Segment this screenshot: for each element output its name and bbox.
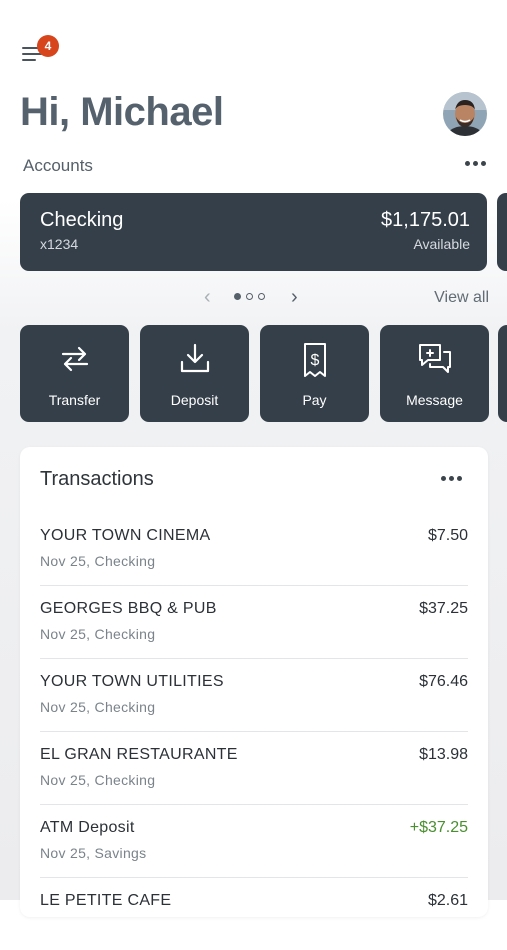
transaction-row[interactable]: EL GRAN RESTAURANTE Nov 25, Checking $13… (40, 731, 468, 805)
account-balance-label: Available (413, 236, 470, 252)
transaction-merchant: EL GRAN RESTAURANTE (40, 746, 238, 763)
notification-badge: 4 (37, 35, 59, 57)
transaction-meta: Nov 25, Checking (40, 626, 156, 642)
transaction-amount: +$37.25 (409, 819, 468, 836)
chevron-left-icon[interactable]: ‹ (204, 286, 211, 309)
transaction-meta: Nov 25, Checking (40, 772, 156, 788)
pager-dot (234, 293, 241, 300)
transaction-meta: Nov 25, Checking (40, 553, 156, 569)
transactions-card: Transactions YOUR TOWN CINEMA Nov 25, Ch… (20, 447, 488, 917)
transaction-amount: $76.46 (419, 673, 468, 690)
transactions-more-icon[interactable] (441, 476, 462, 481)
transaction-amount: $7.50 (427, 527, 468, 544)
transfer-button[interactable]: Transfer (20, 325, 129, 422)
next-action-button[interactable] (498, 325, 507, 422)
pay-button[interactable]: $ Pay (260, 325, 369, 422)
accounts-more-icon[interactable] (465, 161, 486, 166)
message-icon (418, 344, 451, 373)
transaction-amount: $2.61 (427, 892, 468, 909)
message-button[interactable]: Message (380, 325, 489, 422)
pager-dot (246, 293, 253, 300)
pay-label: Pay (302, 392, 327, 408)
account-balance: $1,175.01 (381, 209, 470, 231)
transaction-meta: Nov 25, Checking (40, 699, 156, 715)
transfer-label: Transfer (48, 392, 101, 408)
transaction-amount: $37.25 (419, 600, 468, 617)
chevron-right-icon[interactable]: › (291, 286, 298, 309)
pay-icon: $ (303, 343, 326, 377)
pager-dot (258, 293, 265, 300)
deposit-icon (180, 343, 209, 373)
svg-text:$: $ (310, 352, 319, 369)
account-number: x1234 (40, 236, 79, 252)
view-all-link[interactable]: View all (434, 289, 489, 307)
transaction-merchant: LE PETITE CAFE (40, 892, 172, 909)
avatar[interactable] (443, 92, 487, 136)
transaction-amount: $13.98 (419, 746, 468, 763)
transaction-merchant: YOUR TOWN CINEMA (40, 527, 211, 544)
account-name: Checking (40, 209, 124, 231)
transaction-meta: Nov 25, Savings (40, 845, 147, 861)
carousel-pager (234, 293, 265, 300)
transaction-merchant: ATM Deposit (40, 819, 135, 836)
greeting-title: Hi, Michael (20, 90, 224, 134)
deposit-label: Deposit (170, 392, 219, 408)
transaction-row[interactable]: YOUR TOWN UTILITIES Nov 25, Checking $76… (40, 658, 468, 732)
transfer-icon (61, 346, 88, 372)
message-label: Message (406, 392, 463, 408)
accounts-label: Accounts (23, 156, 93, 175)
next-account-card[interactable] (497, 193, 507, 271)
transaction-row[interactable]: LE PETITE CAFE $2.61 (40, 877, 468, 950)
transactions-title: Transactions (40, 468, 154, 490)
account-card-checking[interactable]: Checking x1234 $1,175.01 Available (20, 193, 487, 271)
deposit-button[interactable]: Deposit (140, 325, 249, 422)
transaction-row[interactable]: ATM Deposit Nov 25, Savings +$37.25 (40, 804, 468, 878)
transaction-merchant: GEORGES BBQ & PUB (40, 600, 217, 617)
transaction-merchant: YOUR TOWN UTILITIES (40, 673, 224, 690)
transaction-row[interactable]: GEORGES BBQ & PUB Nov 25, Checking $37.2… (40, 585, 468, 659)
transaction-row[interactable]: YOUR TOWN CINEMA Nov 25, Checking $7.50 (40, 512, 468, 586)
